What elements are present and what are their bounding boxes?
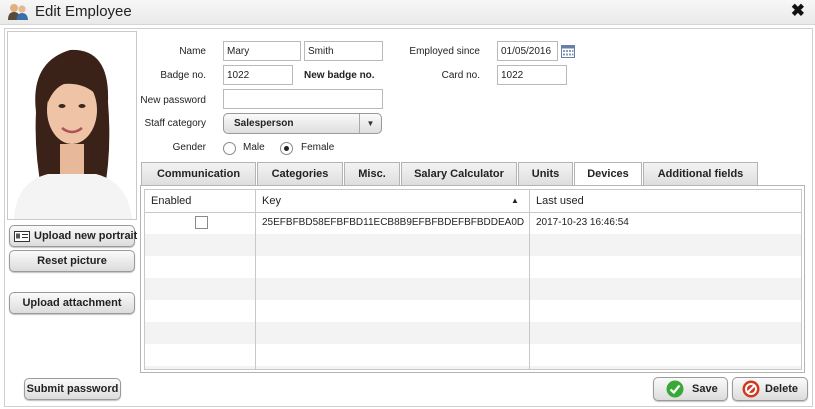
staff-category-select[interactable]: Salesperson ▼ bbox=[223, 113, 382, 134]
employed-since-input[interactable]: 01/05/2016 bbox=[497, 41, 558, 61]
gender-female-label: Female bbox=[301, 142, 335, 153]
calendar-icon[interactable] bbox=[561, 45, 575, 58]
card-label: Card no. bbox=[441, 70, 480, 81]
close-icon[interactable]: ✖ bbox=[791, 2, 805, 20]
column-header-last-used[interactable]: Last used bbox=[530, 190, 800, 212]
gender-male-radio[interactable] bbox=[223, 142, 236, 155]
enabled-checkbox[interactable] bbox=[195, 216, 208, 229]
table-row-empty bbox=[145, 300, 801, 322]
column-divider[interactable] bbox=[529, 190, 530, 369]
upload-attachment-button[interactable]: Upload attachment bbox=[9, 292, 135, 314]
upload-portrait-button[interactable]: Upload new portrait bbox=[9, 225, 138, 247]
save-button[interactable]: Save bbox=[653, 377, 728, 401]
staff-category-value: Salesperson bbox=[234, 118, 294, 129]
last-used-cell: 2017-10-23 16:46:54 bbox=[536, 217, 629, 228]
column-divider[interactable] bbox=[255, 190, 256, 369]
upload-portrait-label: Upload new portrait bbox=[34, 230, 138, 242]
tab-communication[interactable]: Communication bbox=[141, 162, 256, 185]
gender-male-label: Male bbox=[243, 142, 265, 153]
devices-table-header: Enabled Key ▲ Last used bbox=[145, 190, 801, 213]
table-row-empty bbox=[145, 322, 801, 344]
tab-devices[interactable]: Devices bbox=[574, 162, 642, 186]
new-password-label: New password bbox=[140, 95, 206, 106]
table-row-empty bbox=[145, 278, 801, 300]
tab-categories[interactable]: Categories bbox=[257, 162, 343, 185]
gender-label: Gender bbox=[172, 142, 206, 153]
table-row-empty bbox=[145, 366, 801, 369]
table-row[interactable]: 25EFBFBD58EFBFBD11ECB8B9EFBFBDEFBFBDDEA0… bbox=[145, 212, 801, 234]
tab-salary-calculator[interactable]: Salary Calculator bbox=[401, 162, 517, 185]
name-label: Name bbox=[179, 46, 206, 57]
id-card-icon bbox=[14, 231, 30, 242]
portrait-image bbox=[8, 32, 136, 219]
table-row-empty bbox=[145, 344, 801, 366]
devices-panel: 25EFBFBD58EFBFBD11ECB8B9EFBFBDEFBFBDDEA0… bbox=[140, 185, 805, 373]
new-password-input[interactable] bbox=[223, 89, 383, 109]
checkmark-icon bbox=[666, 380, 684, 398]
device-key-cell: 25EFBFBD58EFBFBD11ECB8B9EFBFBDEFBFBDDEA0… bbox=[262, 217, 525, 228]
table-row-empty bbox=[145, 234, 801, 256]
last-name-input[interactable]: Smith bbox=[304, 41, 383, 61]
column-header-key[interactable]: Key bbox=[256, 190, 529, 212]
employees-icon bbox=[8, 4, 28, 20]
employee-portrait bbox=[7, 31, 137, 220]
prohibited-icon bbox=[742, 380, 760, 398]
sort-ascending-icon: ▲ bbox=[511, 196, 519, 205]
badge-input[interactable]: 1022 bbox=[223, 65, 293, 85]
submit-password-button[interactable]: Submit password bbox=[24, 378, 121, 400]
chevron-down-icon[interactable]: ▼ bbox=[359, 114, 381, 133]
employed-since-label: Employed since bbox=[409, 46, 480, 57]
table-row-empty bbox=[145, 256, 801, 278]
window-title: Edit Employee bbox=[35, 3, 132, 20]
tab-units[interactable]: Units bbox=[518, 162, 573, 185]
save-label: Save bbox=[692, 383, 718, 395]
delete-label: Delete bbox=[765, 383, 799, 395]
tab-misc[interactable]: Misc. bbox=[344, 162, 400, 185]
card-input[interactable]: 1022 bbox=[497, 65, 567, 85]
gender-female-radio[interactable] bbox=[280, 142, 293, 155]
delete-button[interactable]: Delete bbox=[732, 377, 808, 401]
staff-category-label: Staff category bbox=[144, 118, 206, 129]
tab-additional-fields[interactable]: Additional fields bbox=[643, 162, 758, 185]
devices-table: 25EFBFBD58EFBFBD11ECB8B9EFBFBDEFBFBDDEA0… bbox=[144, 189, 802, 370]
badge-label: Badge no. bbox=[160, 70, 206, 81]
first-name-input[interactable]: Mary bbox=[223, 41, 301, 61]
new-badge-label: New badge no. bbox=[304, 70, 375, 81]
title-bar: Edit Employee ✖ bbox=[0, 0, 815, 25]
reset-picture-button[interactable]: Reset picture bbox=[9, 250, 135, 272]
column-header-enabled[interactable]: Enabled bbox=[145, 190, 255, 212]
